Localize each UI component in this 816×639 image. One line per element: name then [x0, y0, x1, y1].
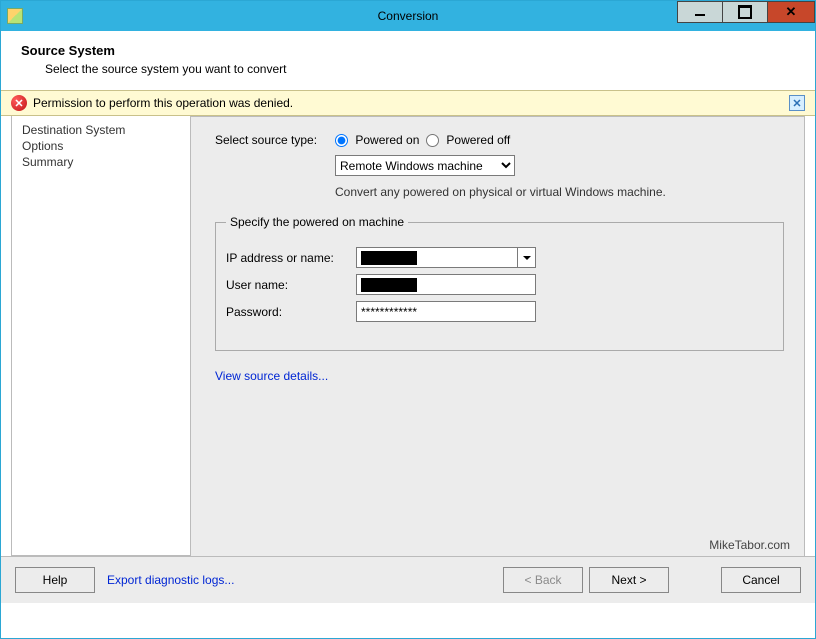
user-label: User name: — [226, 278, 356, 292]
page-title: Source System — [21, 43, 795, 58]
wizard-body: Destination System Options Summary Selec… — [1, 116, 815, 557]
cancel-button[interactable]: Cancel — [721, 567, 801, 593]
watermark: MikeTabor.com — [709, 538, 790, 552]
machine-details-group: Specify the powered on machine IP addres… — [215, 215, 784, 351]
back-button[interactable]: < Back — [503, 567, 583, 593]
wizard-header: Source System Select the source system y… — [1, 31, 815, 90]
radio-powered-off[interactable]: Powered off — [426, 133, 510, 147]
sidebar-item-summary[interactable]: Summary — [22, 154, 188, 170]
ip-value-redacted — [361, 251, 417, 265]
warning-text: Permission to perform this operation was… — [33, 96, 293, 110]
chevron-down-icon[interactable] — [517, 248, 535, 267]
error-icon: ✕ — [11, 95, 27, 111]
sidebar-item-destination[interactable]: Destination System — [22, 122, 188, 138]
ip-row: IP address or name: — [226, 247, 773, 268]
warning-bar: ✕ Permission to perform this operation w… — [1, 90, 815, 116]
radio-powered-on[interactable]: Powered on — [335, 133, 419, 147]
wizard-steps-sidebar: Destination System Options Summary — [11, 116, 191, 556]
export-logs-link[interactable]: Export diagnostic logs... — [107, 573, 234, 587]
machine-type-row: Remote Windows machine — [335, 155, 784, 176]
machine-type-hint: Convert any powered on physical or virtu… — [335, 184, 784, 201]
radio-powered-on-input[interactable] — [335, 134, 348, 147]
radio-powered-off-input[interactable] — [426, 134, 439, 147]
pass-row: Password: — [226, 301, 773, 322]
group-legend: Specify the powered on machine — [226, 215, 408, 229]
next-button[interactable]: Next > — [589, 567, 669, 593]
source-type-label: Select source type: — [215, 133, 335, 147]
window-title: Conversion — [1, 9, 815, 23]
pass-label: Password: — [226, 305, 356, 319]
machine-type-select[interactable]: Remote Windows machine — [335, 155, 515, 176]
dismiss-warning-button[interactable]: ✕ — [789, 95, 805, 111]
title-bar: Conversion — [1, 1, 815, 31]
view-source-details-link[interactable]: View source details... — [215, 369, 328, 383]
sidebar-item-options[interactable]: Options — [22, 138, 188, 154]
radio-powered-on-label: Powered on — [355, 133, 419, 147]
username-field[interactable] — [356, 274, 536, 295]
main-panel: Select source type: Powered on Powered o… — [191, 116, 805, 556]
ip-label: IP address or name: — [226, 251, 356, 265]
source-type-row: Select source type: Powered on Powered o… — [215, 133, 784, 147]
wizard-footer: Help Export diagnostic logs... < Back Ne… — [1, 557, 815, 603]
ip-address-combo[interactable] — [356, 247, 536, 268]
username-value-redacted — [361, 278, 417, 292]
page-subtitle: Select the source system you want to con… — [45, 62, 795, 76]
password-field[interactable] — [356, 301, 536, 322]
user-row: User name: — [226, 274, 773, 295]
radio-powered-off-label: Powered off — [446, 133, 510, 147]
help-button[interactable]: Help — [15, 567, 95, 593]
